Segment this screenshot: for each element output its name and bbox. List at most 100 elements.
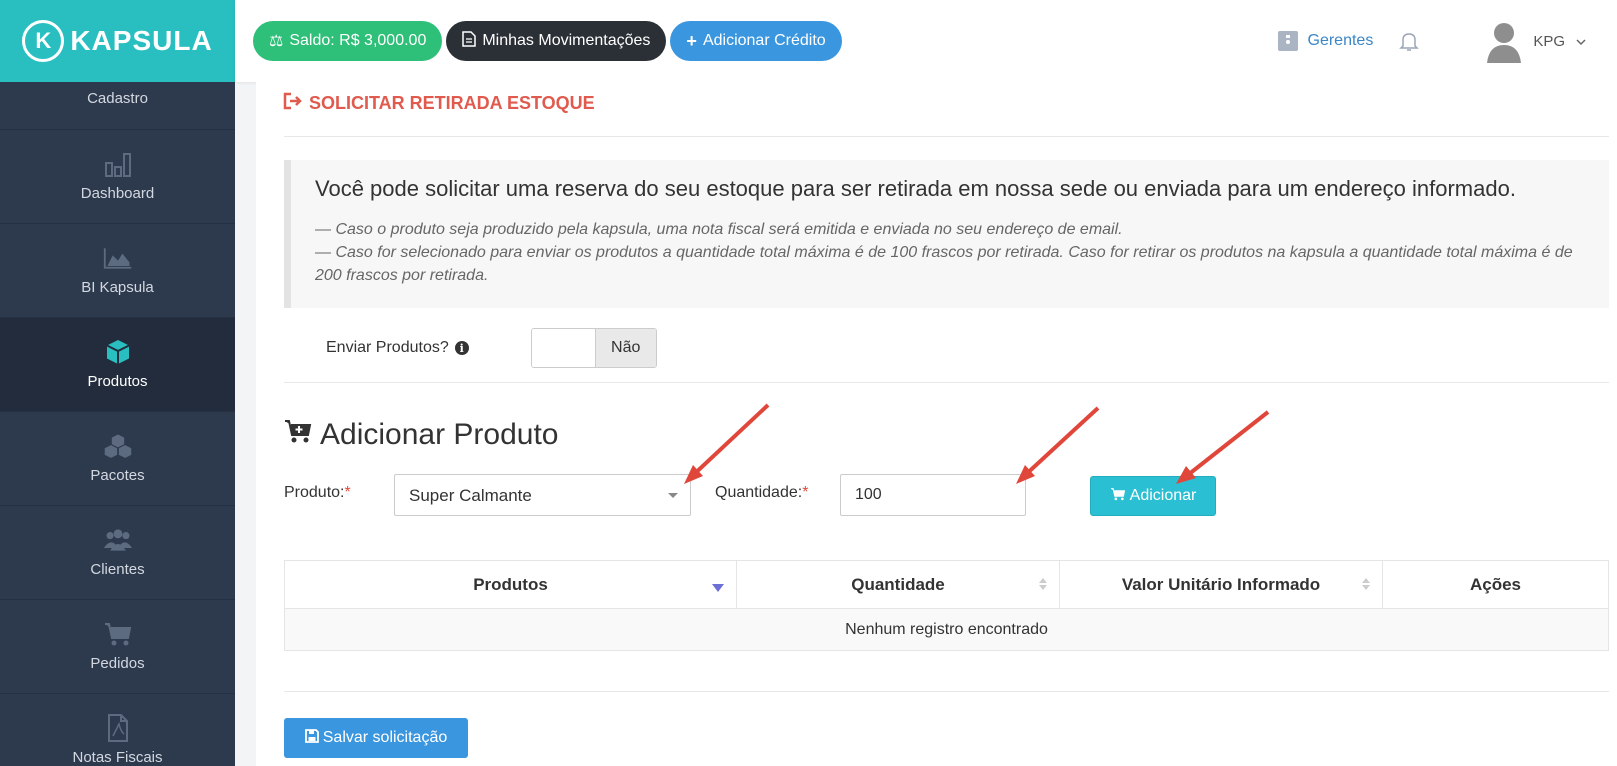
salvar-solicitacao-button[interactable]: Salvar solicitação xyxy=(284,718,468,758)
quantidade-input[interactable] xyxy=(840,474,1026,516)
toggle-knob xyxy=(531,329,596,367)
col-acoes: Ações xyxy=(1382,560,1609,609)
sidebar-item-dashboard[interactable]: Dashboard xyxy=(0,130,235,224)
table-row: Nenhum registro encontrado xyxy=(284,608,1609,651)
sidebar-item-label: Pacotes xyxy=(90,467,145,484)
bar-chart-icon xyxy=(103,151,133,177)
cube-icon xyxy=(103,339,133,365)
toggle-off-label: Não xyxy=(595,329,656,367)
sidebar-item-bi-kapsula[interactable]: BI Kapsula xyxy=(0,224,235,318)
quantidade-label: Quantidade:* xyxy=(715,484,808,502)
cubes-icon xyxy=(103,433,133,459)
gerentes-label: Gerentes xyxy=(1307,32,1374,49)
bell-icon[interactable] xyxy=(1397,29,1421,53)
user-menu[interactable]: KPG xyxy=(1485,19,1587,63)
gerentes-link[interactable]: Gerentes xyxy=(1277,31,1374,51)
cart-icon xyxy=(1110,487,1126,506)
sidebar-item-produtos[interactable]: Produtos xyxy=(0,318,235,412)
avatar xyxy=(1485,19,1523,63)
col-produtos-label: Produtos xyxy=(473,574,548,594)
sidebar-item-clientes[interactable]: Clientes xyxy=(0,506,235,600)
sidebar-item-label: Cadastro xyxy=(87,90,148,107)
col-quantidade-label: Quantidade xyxy=(851,574,945,594)
sign-out-icon xyxy=(283,92,303,115)
info-lead: Você pode solicitar uma reserva do seu e… xyxy=(315,176,1516,201)
area-chart-icon xyxy=(103,245,133,271)
divider xyxy=(284,382,1609,383)
brand-name: KAPSULA xyxy=(70,25,213,56)
cart-plus-icon xyxy=(284,418,312,452)
id-badge-icon xyxy=(1277,31,1298,51)
produto-select[interactable]: Super Calmante xyxy=(394,474,691,516)
saldo-button[interactable]: ⚖ Saldo: R$ 3,000.00 xyxy=(253,21,443,61)
topbar-right: Gerentes KPG xyxy=(1277,0,1588,82)
main-content: SOLICITAR RETIRADA ESTOQUE Você pode sol… xyxy=(256,82,1617,766)
info-note-1: — Caso o produto seja produzido pela kap… xyxy=(315,221,1123,238)
required-marker: * xyxy=(344,484,351,501)
required-marker: * xyxy=(802,484,809,501)
adicionar-label: Adicionar xyxy=(1129,487,1197,504)
user-name: KPG xyxy=(1533,32,1565,50)
quantidade-label-text: Quantidade: xyxy=(715,484,803,501)
sort-icon xyxy=(1362,578,1370,590)
info-icon[interactable]: i xyxy=(454,341,469,355)
sidebar-item-pedidos[interactable]: Pedidos xyxy=(0,600,235,694)
caret-down-icon xyxy=(668,493,678,498)
sort-icon xyxy=(1039,578,1047,590)
minhas-movimentacoes-button[interactable]: Minhas Movimentações xyxy=(446,21,667,61)
divider xyxy=(284,691,1609,692)
sidebar-item-label: BI Kapsula xyxy=(81,279,154,296)
sidebar-item-cadastro[interactable]: Cadastro xyxy=(0,82,235,130)
document-icon xyxy=(462,30,477,52)
chevron-down-icon xyxy=(1575,33,1587,50)
col-produtos[interactable]: Produtos xyxy=(284,560,737,609)
adicionar-produto-title: Adicionar Produto xyxy=(320,418,559,451)
info-blockquote: Você pode solicitar uma reserva do seu e… xyxy=(284,160,1609,308)
kapsula-logo-icon: K xyxy=(22,20,65,62)
sidebar: K KAPSULA Cadastro Dashboard BI Kapsula … xyxy=(0,0,235,766)
adicionar-button[interactable]: Adicionar xyxy=(1090,476,1216,516)
enviar-produtos-toggle[interactable]: Não xyxy=(530,328,657,368)
sort-desc-icon xyxy=(712,584,724,592)
plus-icon: + xyxy=(686,30,697,51)
sidebar-item-label: Pedidos xyxy=(90,655,145,672)
sidebar-item-label: Clientes xyxy=(90,561,145,578)
sidebar-item-label: Notas Fiscais xyxy=(72,749,163,766)
col-acoes-label: Ações xyxy=(1469,574,1522,594)
sidebar-item-label: Produtos xyxy=(87,373,148,390)
produto-label-text: Produto: xyxy=(284,484,345,501)
sidebar-item-notas-fiscais[interactable]: Notas Fiscais xyxy=(0,694,235,766)
sidebar-item-pacotes[interactable]: Pacotes xyxy=(0,412,235,506)
produto-selected-value: Super Calmante xyxy=(409,486,532,505)
col-valor-unitario-label: Valor Unitário Informado xyxy=(1121,574,1321,594)
file-pdf-icon xyxy=(103,714,133,742)
empty-row-message: Nenhum registro encontrado xyxy=(284,608,1609,651)
topbar: ⚖ Saldo: R$ 3,000.00 Minhas Movimentaçõe… xyxy=(235,0,1617,82)
sidebar-nav: Cadastro Dashboard BI Kapsula Produtos P… xyxy=(0,82,235,766)
adicionar-credito-label: Adicionar Crédito xyxy=(702,32,826,49)
cart-icon xyxy=(103,621,133,647)
produto-label: Produto:* xyxy=(284,484,351,502)
balance-scale-icon: ⚖ xyxy=(269,33,284,50)
table-header-row: Produtos Quantidade Valor Unitário Infor… xyxy=(284,560,1609,609)
add-product-form: Produto:* Super Calmante Quantidade:* Ad… xyxy=(284,474,1609,518)
enviar-produtos-label: Enviar Produtos? i xyxy=(326,339,469,357)
col-valor-unitario[interactable]: Valor Unitário Informado xyxy=(1059,560,1383,609)
salvar-solicitacao-label: Salvar solicitação xyxy=(322,729,448,746)
enviar-produtos-text: Enviar Produtos? xyxy=(326,339,449,356)
page-title: SOLICITAR RETIRADA ESTOQUE xyxy=(283,92,595,115)
col-quantidade[interactable]: Quantidade xyxy=(736,560,1060,609)
adicionar-credito-button[interactable]: + Adicionar Crédito xyxy=(670,21,842,61)
sidebar-item-label: Dashboard xyxy=(80,185,155,202)
divider xyxy=(284,136,1609,137)
produtos-table: Produtos Quantidade Valor Unitário Infor… xyxy=(284,560,1609,651)
saldo-label: Saldo: R$ 3,000.00 xyxy=(289,32,427,49)
page-title-text: SOLICITAR RETIRADA ESTOQUE xyxy=(309,93,595,113)
adicionar-produto-heading: Adicionar Produto xyxy=(284,418,558,452)
save-icon xyxy=(304,728,319,748)
brand-logo[interactable]: K KAPSULA xyxy=(0,0,235,82)
enviar-produtos-row: Enviar Produtos? i Não xyxy=(326,328,657,368)
users-icon xyxy=(103,527,133,553)
movimentacoes-label: Minhas Movimentações xyxy=(482,32,651,49)
info-note-2: — Caso for selecionado para enviar os pr… xyxy=(315,244,1573,284)
